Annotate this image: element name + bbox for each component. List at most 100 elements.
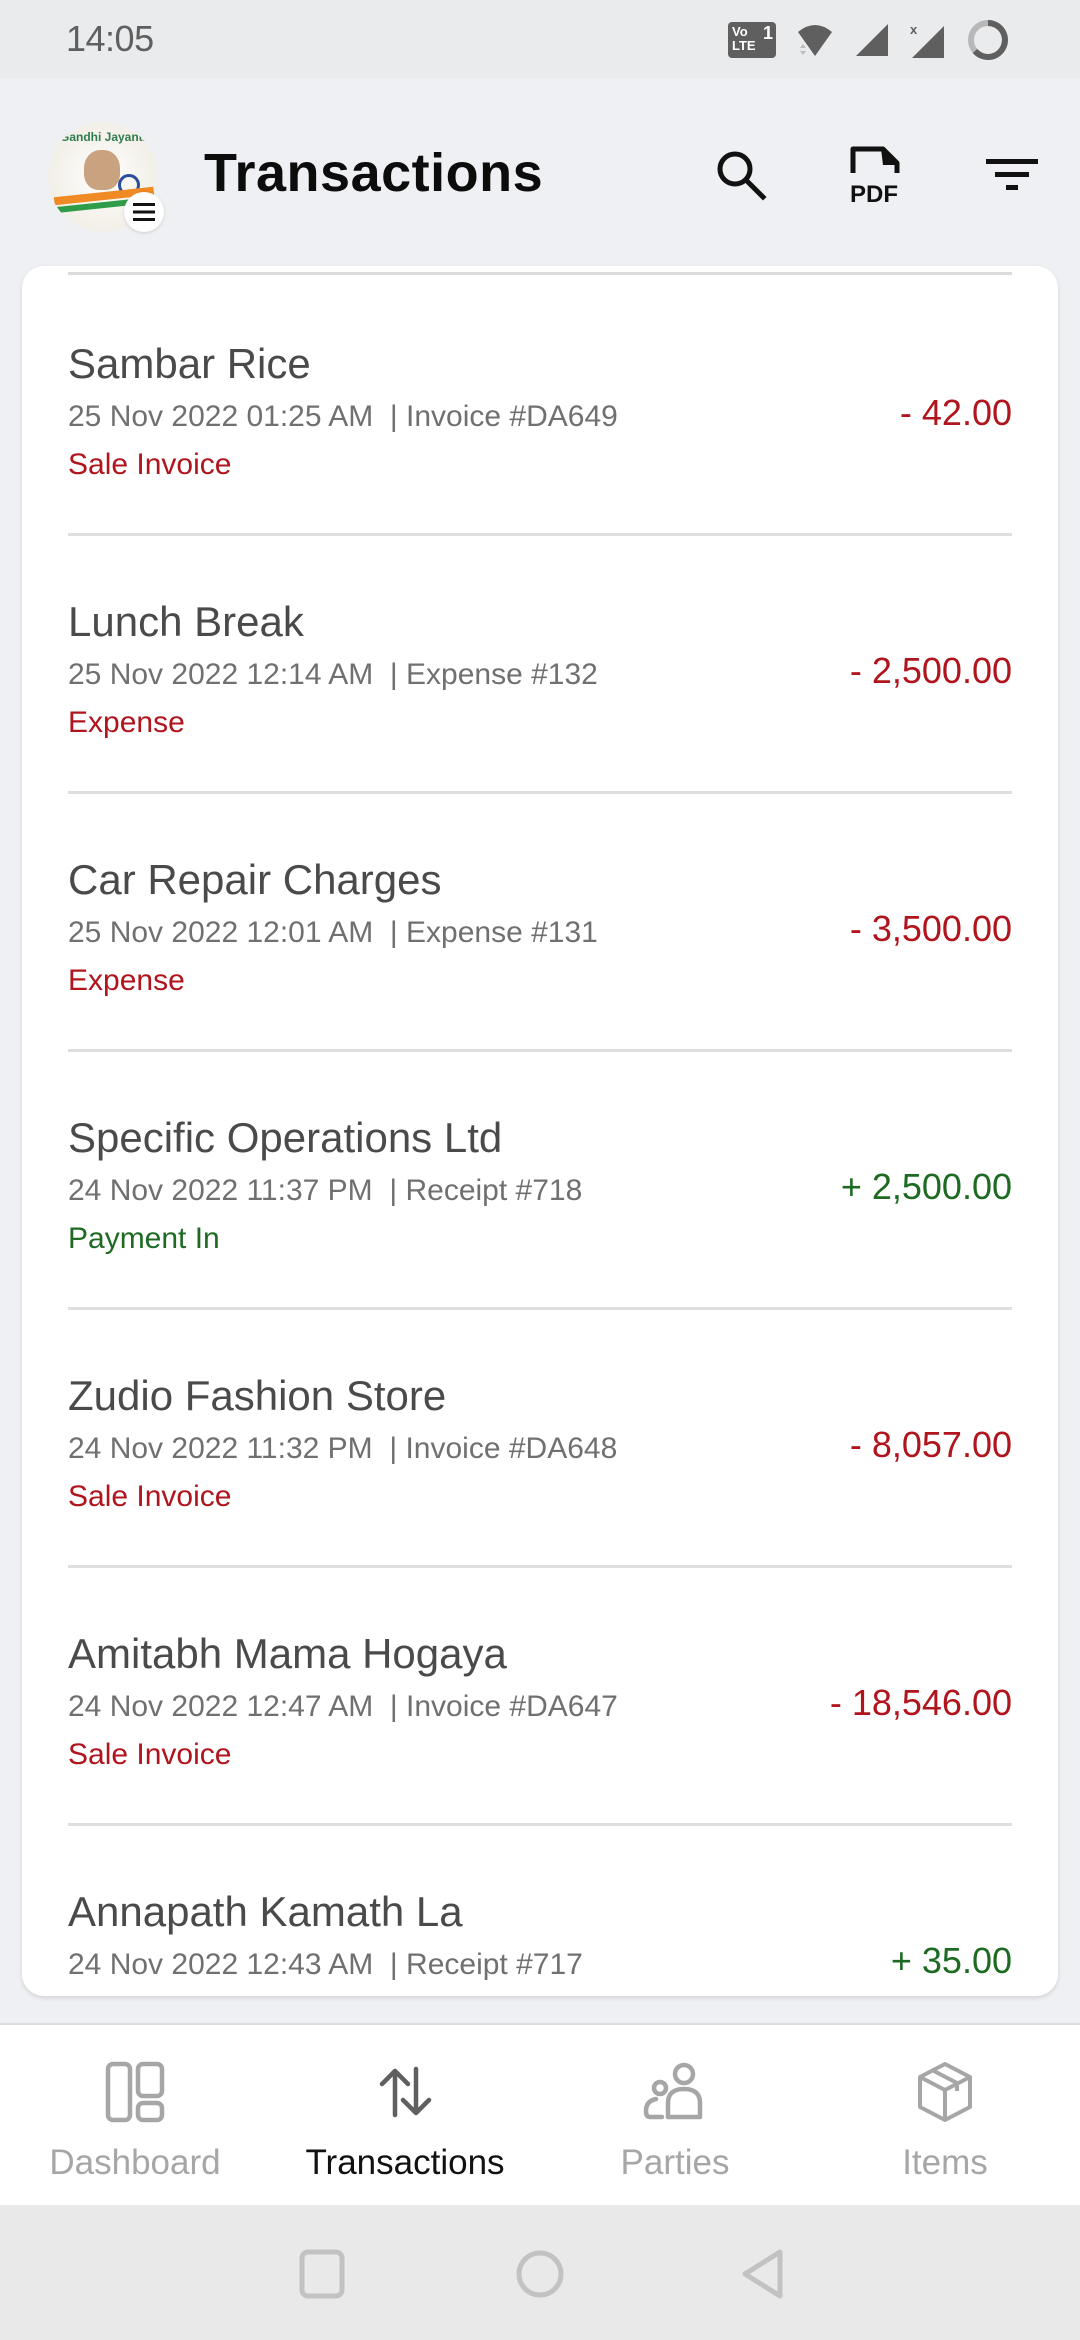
avatar-caption: Gandhi Jayanti (59, 130, 147, 144)
meta-separator: | (389, 400, 398, 433)
nav-tab-parties[interactable]: Parties (540, 2025, 810, 2207)
nav-tab-items[interactable]: Items (810, 2025, 1080, 2207)
party-name: Zudio Fashion Store (68, 1372, 447, 1419)
transaction-amount: + 2,500.00 (840, 1166, 1012, 1207)
transaction-type: Expense (68, 706, 185, 739)
dashboard-icon (105, 2061, 165, 2123)
search-icon (717, 151, 767, 201)
transaction-meta: 24 Nov 2022 11:37 PM | Receipt #718 (68, 1174, 582, 1208)
meta-separator: | (389, 1948, 398, 1981)
transaction-datetime: 24 Nov 2022 11:37 PM (68, 1174, 373, 1207)
transaction-row[interactable]: Sambar Rice 25 Nov 2022 01:25 AM | Invoi… (22, 278, 1058, 536)
pdf-icon: PDF (850, 146, 900, 205)
transaction-reference: Invoice #DA649 (406, 400, 618, 433)
export-pdf-button[interactable]: PDF (840, 140, 910, 210)
transaction-meta: 25 Nov 2022 01:25 AM | Invoice #DA649 (68, 400, 618, 434)
transaction-type: Sale Invoice (68, 448, 232, 481)
transaction-reference: Expense #132 (406, 658, 598, 691)
party-name: Specific Operations Ltd (68, 1114, 503, 1161)
transaction-amount: - 18,546.00 (829, 1682, 1012, 1723)
transaction-amount: + 35.00 (890, 1940, 1012, 1981)
nav-label: Transactions (305, 2143, 505, 2182)
page-title: Transactions (204, 143, 544, 203)
status-time: 14:05 (66, 18, 154, 59)
bottom-navigation: Dashboard Transactions Parties Items (0, 2023, 1080, 2205)
transaction-row[interactable]: Amitabh Mama Hogaya 24 Nov 2022 12:47 AM… (22, 1568, 1058, 1826)
transaction-type: Expense (68, 964, 185, 997)
transaction-meta: 24 Nov 2022 12:47 AM | Invoice #DA647 (68, 1690, 618, 1724)
items-box-icon (918, 2062, 972, 2122)
battery-icon (968, 20, 1008, 60)
menu-button[interactable] (124, 192, 164, 232)
svg-text:x: x (910, 22, 918, 37)
parties-icon (643, 2062, 703, 2120)
transaction-reference: Receipt #718 (405, 1174, 583, 1207)
transaction-meta: 24 Nov 2022 11:32 PM | Invoice #DA648 (68, 1432, 617, 1466)
meta-separator: | (389, 1174, 398, 1207)
transaction-reference: Invoice #DA647 (406, 1690, 618, 1723)
transaction-type: Payment In (68, 1222, 220, 1255)
pdf-icon-label: PDF (850, 181, 898, 205)
transaction-row[interactable]: Car Repair Charges 25 Nov 2022 12:01 AM … (22, 794, 1058, 1052)
hamburger-menu-icon (133, 203, 155, 221)
transaction-datetime: 24 Nov 2022 12:43 AM (68, 1948, 374, 1981)
party-name: Car Repair Charges (68, 856, 442, 903)
nav-label: Parties (620, 2143, 730, 2182)
transaction-type: Sale Invoice (68, 1480, 232, 1513)
transaction-meta: 25 Nov 2022 12:14 AM | Expense #132 (68, 658, 598, 692)
transaction-row[interactable]: Lunch Break 25 Nov 2022 12:14 AM | Expen… (22, 536, 1058, 794)
transactions-list[interactable]: Sambar Rice 25 Nov 2022 01:25 AM | Invoi… (22, 266, 1058, 1996)
meta-separator: | (389, 1432, 398, 1465)
transaction-meta: 25 Nov 2022 12:01 AM | Expense #131 (68, 916, 598, 950)
recents-button[interactable] (292, 2249, 352, 2299)
transaction-datetime: 25 Nov 2022 12:01 AM (68, 916, 374, 949)
home-icon (516, 2250, 564, 2298)
back-button[interactable] (733, 2249, 793, 2299)
system-navigation-bar (0, 2205, 1080, 2340)
volte-icon: Vo LTE 1 (728, 22, 776, 58)
transaction-datetime: 25 Nov 2022 01:25 AM (68, 400, 374, 433)
meta-separator: | (389, 916, 398, 949)
search-button[interactable] (706, 140, 776, 210)
transaction-row[interactable]: Specific Operations Ltd 24 Nov 2022 11:3… (22, 1052, 1058, 1310)
back-icon (742, 2249, 783, 2299)
transaction-amount: - 42.00 (899, 392, 1012, 433)
transaction-type: Sale Invoice (68, 1738, 232, 1771)
status-bar: 14:05 Vo LTE 1 x (0, 0, 1080, 78)
transaction-amount: - 2,500.00 (849, 650, 1012, 691)
filter-icon (986, 159, 1038, 190)
filter-button[interactable] (978, 140, 1048, 210)
sim-number: 1 (762, 23, 773, 43)
app-header: Gandhi Jayanti Transactions PDF (0, 78, 1080, 268)
transaction-row[interactable]: Zudio Fashion Store 24 Nov 2022 11:32 PM… (22, 1310, 1058, 1568)
transaction-datetime: 24 Nov 2022 12:47 AM (68, 1690, 374, 1723)
transaction-meta: 24 Nov 2022 12:43 AM | Receipt #717 (68, 1948, 583, 1982)
transaction-datetime: 25 Nov 2022 12:14 AM (68, 658, 374, 691)
party-name: Annapath Kamath La (68, 1888, 463, 1935)
transaction-amount: - 8,057.00 (849, 1424, 1012, 1465)
transaction-reference: Expense #131 (406, 916, 598, 949)
meta-separator: | (389, 1690, 398, 1723)
signal-icon (856, 24, 888, 56)
wifi-icon (798, 25, 832, 56)
party-name: Lunch Break (68, 598, 304, 645)
transactions-arrows-icon (379, 2066, 432, 2118)
party-name: Sambar Rice (68, 340, 311, 387)
transaction-reference: Receipt #717 (406, 1948, 583, 1981)
meta-separator: | (389, 658, 398, 691)
nav-tab-dashboard[interactable]: Dashboard (0, 2025, 270, 2207)
nav-label: Items (902, 2143, 988, 2182)
nav-label: Dashboard (49, 2143, 221, 2182)
nav-tab-transactions[interactable]: Transactions (270, 2025, 540, 2207)
home-button[interactable] (510, 2249, 570, 2299)
avatar-portrait (84, 150, 120, 190)
signal-no-data-icon: x (910, 22, 944, 58)
transaction-datetime: 24 Nov 2022 11:32 PM (68, 1432, 373, 1465)
transaction-row[interactable]: Annapath Kamath La 24 Nov 2022 12:43 AM … (22, 1826, 1058, 1996)
transaction-reference: Invoice #DA648 (405, 1432, 618, 1465)
status-icons: Vo LTE 1 x (728, 20, 1010, 60)
party-name: Amitabh Mama Hogaya (68, 1630, 507, 1677)
list-divider (68, 272, 1012, 275)
recents-icon (299, 2249, 345, 2299)
transaction-amount: - 3,500.00 (849, 908, 1012, 949)
